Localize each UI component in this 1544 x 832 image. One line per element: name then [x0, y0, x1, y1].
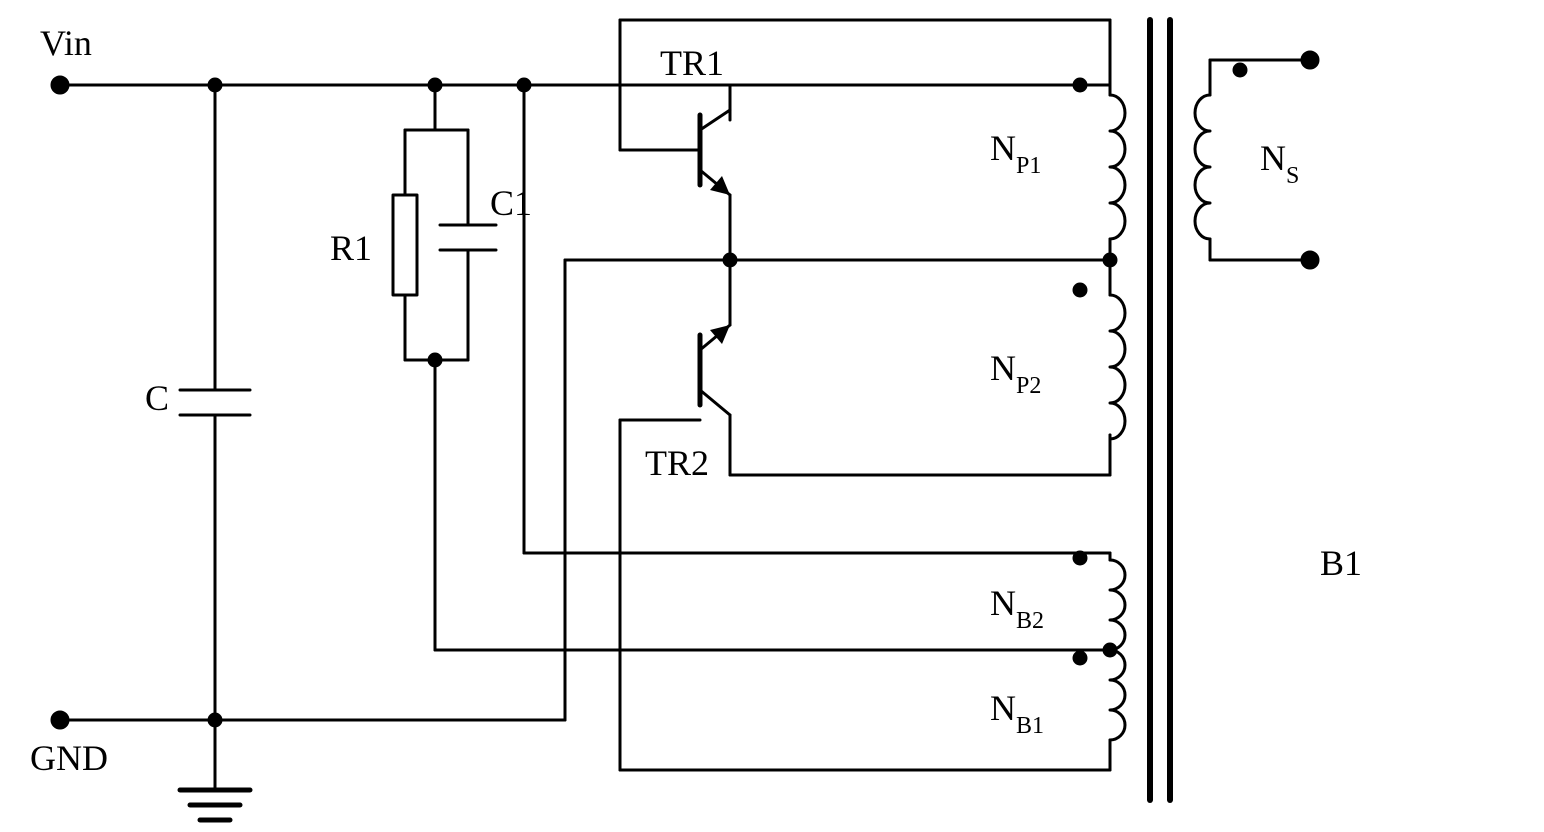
tr1-label: TR1 [660, 43, 724, 83]
vin-label: Vin [40, 23, 92, 63]
np2-label: NP2 [990, 348, 1041, 399]
ns-label: NS [1260, 138, 1299, 189]
circuit-diagram: Vin GND C R1 C1 TR1 TR2 B1 NP1 NP2 NB2 N… [0, 0, 1544, 832]
nb1-label: NB1 [990, 688, 1044, 739]
b1-label: B1 [1320, 543, 1362, 583]
np1-label: NP1 [990, 128, 1041, 179]
r1-label: R1 [330, 228, 372, 268]
nb2-label: NB2 [990, 583, 1044, 634]
c1-label: C1 [490, 183, 532, 223]
tr2-label: TR2 [645, 443, 709, 483]
gnd-label: GND [30, 738, 108, 778]
c-label: C [145, 378, 169, 418]
